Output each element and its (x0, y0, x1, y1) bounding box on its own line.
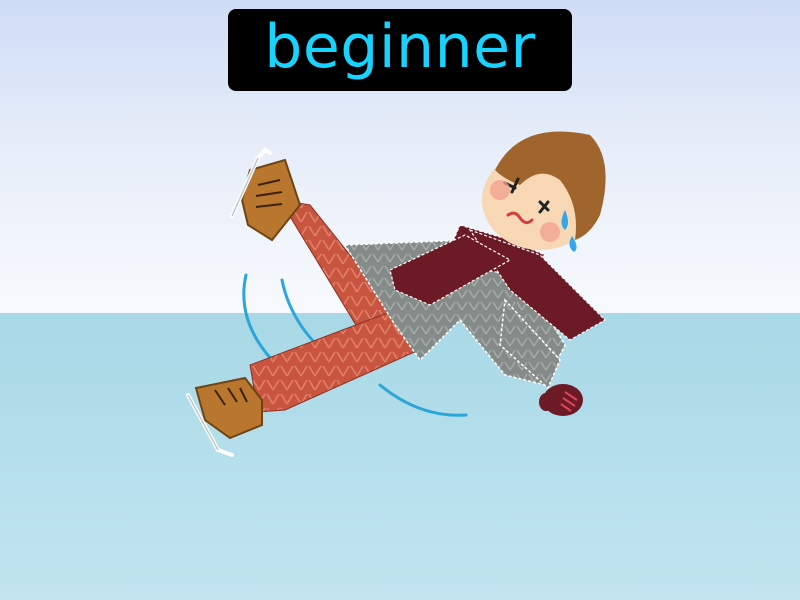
lower-skate (186, 376, 263, 457)
word-banner: beginner (228, 9, 572, 91)
flashcard-word: beginner (264, 12, 536, 82)
upper-skate (230, 147, 302, 242)
head (482, 131, 606, 252)
flashcard-scene: beginner (0, 0, 800, 600)
mitten (539, 384, 583, 416)
